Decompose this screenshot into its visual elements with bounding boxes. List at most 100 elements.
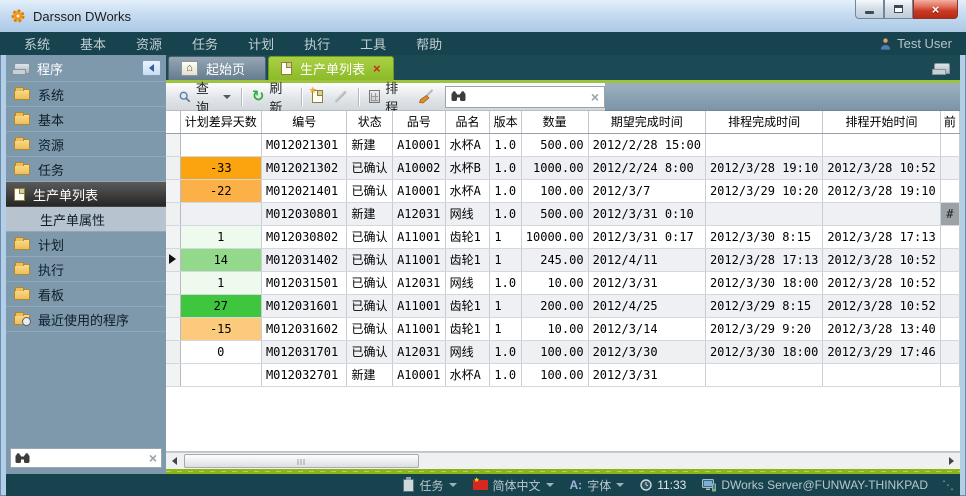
cell-sched_end[interactable] bbox=[705, 363, 822, 386]
menu-system[interactable]: 系统 bbox=[24, 34, 50, 53]
cell-expect_time[interactable]: 2012/4/11 bbox=[588, 248, 705, 271]
row-selector-cell[interactable] bbox=[166, 225, 180, 248]
statusbar-font-dropdown[interactable]: A: 字体 bbox=[570, 477, 625, 494]
cell-qty[interactable]: 245.00 bbox=[521, 248, 588, 271]
sidebar-item-生产单列表[interactable]: 生产单列表 bbox=[6, 182, 166, 207]
menu-execute[interactable]: 执行 bbox=[304, 34, 330, 53]
cell-qty[interactable]: 100.00 bbox=[521, 340, 588, 363]
cell-sched_end[interactable]: 2012/3/29 8:15 bbox=[705, 294, 822, 317]
sidebar-item-任务[interactable]: 任务 bbox=[6, 157, 166, 182]
cell-flag[interactable] bbox=[940, 271, 959, 294]
cell-status[interactable]: 已确认 bbox=[347, 294, 393, 317]
cell-sched_end[interactable]: 2012/3/30 8:15 bbox=[705, 225, 822, 248]
cell-sched_start[interactable] bbox=[823, 202, 940, 225]
cell-status[interactable]: 已确认 bbox=[347, 248, 393, 271]
current-user[interactable]: Test User bbox=[879, 36, 952, 51]
cell-flag[interactable] bbox=[940, 340, 959, 363]
cell-status[interactable]: 已确认 bbox=[347, 225, 393, 248]
cell-qty[interactable]: 10.00 bbox=[521, 271, 588, 294]
cell-item_name[interactable]: 齿轮1 bbox=[445, 317, 490, 340]
cell-status[interactable]: 新建 bbox=[347, 202, 393, 225]
cell-qty[interactable]: 10.00 bbox=[521, 317, 588, 340]
cell-item_name[interactable]: 齿轮1 bbox=[445, 248, 490, 271]
cell-diff[interactable]: 27 bbox=[180, 294, 261, 317]
statusbar-task-dropdown[interactable]: 任务 bbox=[403, 477, 456, 494]
cell-expect_time[interactable]: 2012/3/31 bbox=[588, 271, 705, 294]
cell-version[interactable]: 1.0 bbox=[490, 179, 521, 202]
cell-flag[interactable] bbox=[940, 363, 959, 386]
cell-sched_end[interactable]: 2012/3/30 18:00 bbox=[705, 340, 822, 363]
column-header-version[interactable]: 版本 bbox=[490, 111, 521, 133]
cell-status[interactable]: 已确认 bbox=[347, 156, 393, 179]
cell-version[interactable]: 1.0 bbox=[490, 363, 521, 386]
tab-close-icon[interactable]: × bbox=[373, 62, 381, 75]
cell-status[interactable]: 新建 bbox=[347, 133, 393, 156]
sidebar-item-执行[interactable]: 执行 bbox=[6, 257, 166, 282]
cell-item_name[interactable]: 网线 bbox=[445, 202, 490, 225]
scroll-left-button[interactable] bbox=[166, 453, 183, 469]
sidebar-item-系统[interactable]: 系统 bbox=[6, 82, 166, 107]
cell-version[interactable]: 1.0 bbox=[490, 156, 521, 179]
column-header-qty[interactable]: 数量 bbox=[521, 111, 588, 133]
cell-expect_time[interactable]: 2012/3/7 bbox=[588, 179, 705, 202]
cell-version[interactable]: 1 bbox=[490, 225, 521, 248]
table-row[interactable]: 1M012031501已确认A12031网线1.010.002012/3/312… bbox=[166, 271, 960, 294]
cell-expect_time[interactable]: 2012/2/24 8:00 bbox=[588, 156, 705, 179]
menu-task[interactable]: 任务 bbox=[192, 34, 218, 53]
cell-diff[interactable]: 1 bbox=[180, 225, 261, 248]
cell-sched_start[interactable]: 2012/3/28 10:52 bbox=[823, 248, 940, 271]
table-row[interactable]: 14M012031402已确认A11001齿轮11245.002012/4/11… bbox=[166, 248, 960, 271]
cell-diff[interactable] bbox=[180, 363, 261, 386]
cell-sched_start[interactable] bbox=[823, 363, 940, 386]
cell-sched_start[interactable]: 2012/3/28 10:52 bbox=[823, 156, 940, 179]
sidebar-item-资源[interactable]: 资源 bbox=[6, 132, 166, 157]
cell-qty[interactable]: 10000.00 bbox=[521, 225, 588, 248]
cell-expect_time[interactable]: 2012/3/31 bbox=[588, 363, 705, 386]
cell-sched_start[interactable]: 2012/3/28 10:52 bbox=[823, 294, 940, 317]
sidebar-item-看板[interactable]: 看板 bbox=[6, 282, 166, 307]
row-selector-cell[interactable] bbox=[166, 271, 180, 294]
cell-diff[interactable]: 14 bbox=[180, 248, 261, 271]
sidebar-collapse-button[interactable] bbox=[142, 60, 161, 76]
toolbar-search-input[interactable] bbox=[466, 90, 591, 104]
cell-expect_time[interactable]: 2012/4/25 bbox=[588, 294, 705, 317]
cell-flag[interactable] bbox=[940, 156, 959, 179]
sidebar-item-生产单属性[interactable]: 生产单属性 bbox=[6, 207, 166, 232]
cell-order_no[interactable]: M012021301 bbox=[261, 133, 346, 156]
cell-item_no[interactable]: A12031 bbox=[393, 340, 446, 363]
menu-tools[interactable]: 工具 bbox=[360, 34, 386, 53]
statusbar-language-dropdown[interactable]: 简体中文 bbox=[473, 477, 554, 494]
cell-sched_start[interactable]: 2012/3/28 10:52 bbox=[823, 271, 940, 294]
close-button[interactable]: × bbox=[913, 0, 958, 19]
cell-diff[interactable] bbox=[180, 133, 261, 156]
cell-version[interactable]: 1.0 bbox=[490, 271, 521, 294]
cell-item_no[interactable]: A11001 bbox=[393, 294, 446, 317]
minimize-button[interactable] bbox=[855, 0, 884, 19]
cell-sched_start[interactable] bbox=[823, 133, 940, 156]
cell-version[interactable]: 1.0 bbox=[490, 340, 521, 363]
table-row[interactable]: M012021301新建A10001水杯A1.0500.002012/2/28 … bbox=[166, 133, 960, 156]
table-row[interactable]: 27M012031601已确认A11001齿轮11200.002012/4/25… bbox=[166, 294, 960, 317]
cell-expect_time[interactable]: 2012/3/31 0:17 bbox=[588, 225, 705, 248]
new-button[interactable] bbox=[307, 87, 328, 106]
cell-sched_end[interactable] bbox=[705, 133, 822, 156]
cell-sched_end[interactable]: 2012/3/29 9:20 bbox=[705, 317, 822, 340]
cell-sched_start[interactable]: 2012/3/28 19:10 bbox=[823, 179, 940, 202]
cell-flag[interactable] bbox=[940, 225, 959, 248]
cell-sched_end[interactable] bbox=[705, 202, 822, 225]
cell-item_no[interactable]: A12031 bbox=[393, 271, 446, 294]
cell-item_name[interactable]: 水杯A bbox=[445, 133, 490, 156]
sidebar-item-计划[interactable]: 计划 bbox=[6, 232, 166, 257]
cell-sched_end[interactable]: 2012/3/30 18:00 bbox=[705, 271, 822, 294]
cell-expect_time[interactable]: 2012/2/28 15:00 bbox=[588, 133, 705, 156]
cell-sched_end[interactable]: 2012/3/28 19:10 bbox=[705, 156, 822, 179]
table-row[interactable]: -15M012031602已确认A11001齿轮1110.002012/3/14… bbox=[166, 317, 960, 340]
cell-qty[interactable]: 500.00 bbox=[521, 202, 588, 225]
row-selector-cell[interactable] bbox=[166, 340, 180, 363]
cell-item_no[interactable]: A10001 bbox=[393, 133, 446, 156]
cell-sched_end[interactable]: 2012/3/28 17:13 bbox=[705, 248, 822, 271]
row-selector-cell[interactable] bbox=[166, 202, 180, 225]
column-header-sched_start[interactable]: 排程开始时间 bbox=[823, 111, 940, 133]
row-selector-cell[interactable] bbox=[166, 294, 180, 317]
table-row[interactable]: 0M012031701已确认A12031网线1.0100.002012/3/30… bbox=[166, 340, 960, 363]
